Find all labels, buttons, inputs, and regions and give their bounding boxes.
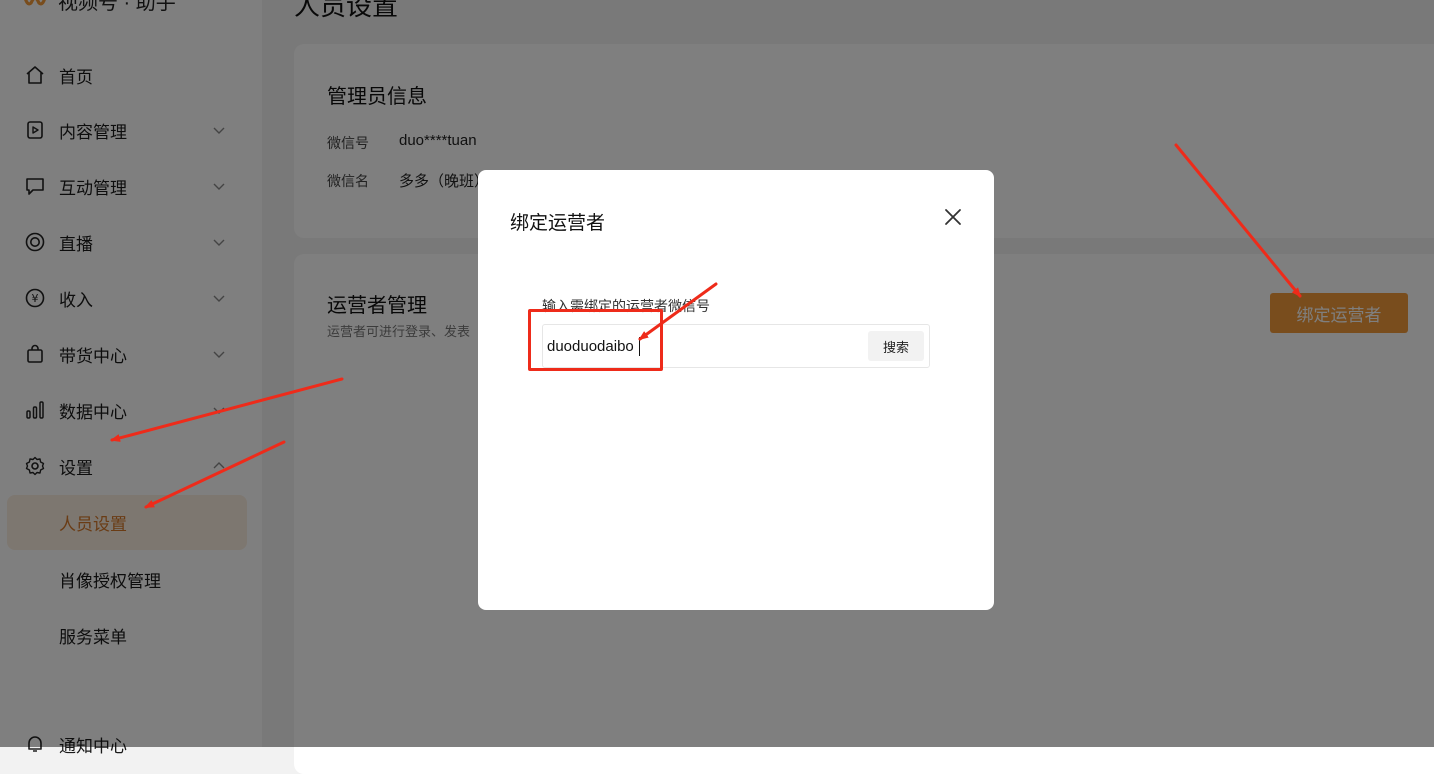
- bind-operator-dialog: 绑定运营者 输入需绑定的运营者微信号 搜索: [478, 170, 994, 610]
- search-button[interactable]: 搜索: [868, 331, 924, 361]
- close-icon[interactable]: [943, 207, 963, 227]
- highlight-box-annotation: [528, 309, 663, 371]
- dialog-title: 绑定运营者: [510, 213, 606, 234]
